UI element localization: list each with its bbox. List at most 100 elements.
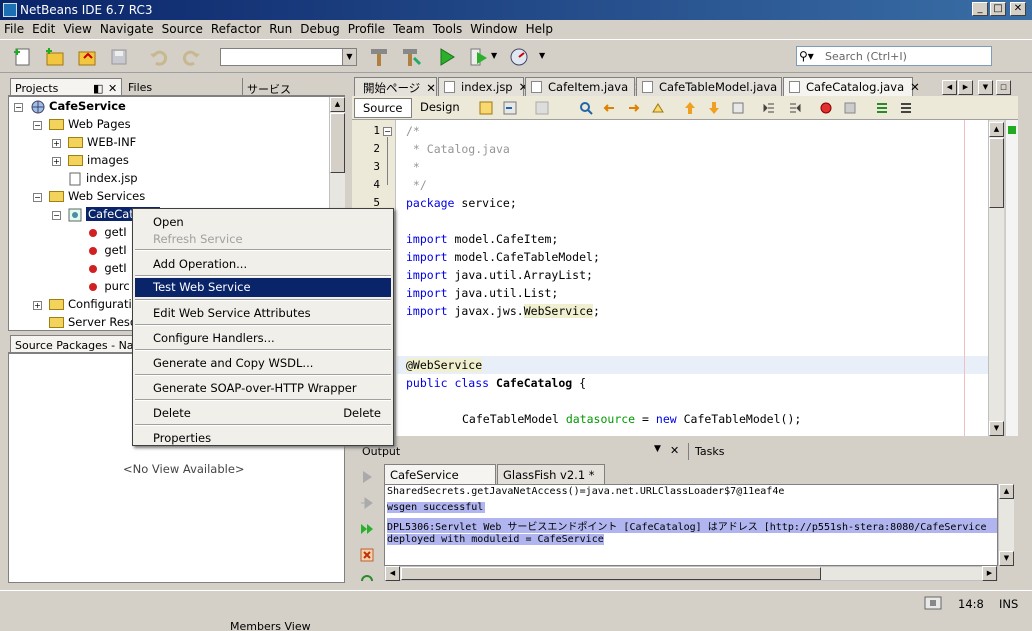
menu-profile[interactable]: Profile: [344, 20, 389, 36]
search-icon[interactable]: ⚲▾: [799, 49, 814, 63]
scroll-down-icon[interactable]: ▼: [989, 421, 1004, 436]
close-tab-icon[interactable]: ✕: [426, 81, 436, 95]
menu-edit[interactable]: Edit: [28, 20, 59, 36]
build-hammer-icon[interactable]: [368, 46, 390, 68]
configuration-combo[interactable]: ▼: [220, 48, 357, 66]
close-window-button[interactable]: ✕: [1010, 2, 1026, 16]
scroll-up-icon[interactable]: ▲: [999, 484, 1014, 499]
menu-item-delete[interactable]: Delete Delete: [135, 402, 391, 424]
run-icon[interactable]: [436, 46, 458, 68]
collapse-icon[interactable]: −: [52, 211, 61, 220]
find-previous-icon[interactable]: [602, 100, 618, 116]
tree-item-server-resources[interactable]: Server Reso: [49, 315, 137, 333]
forward-icon[interactable]: [534, 100, 550, 116]
tree-item-web-pages[interactable]: Web Pages: [49, 117, 131, 135]
fold-icon[interactable]: −: [383, 127, 392, 136]
menu-tools[interactable]: Tools: [429, 20, 467, 36]
maximize-button[interactable]: □: [990, 2, 1006, 16]
minimize-panel-icon[interactable]: ◧: [93, 82, 103, 95]
search-input[interactable]: Search (Ctrl+I): [796, 46, 992, 66]
collapse-icon[interactable]: −: [33, 121, 42, 130]
tree-item-images[interactable]: images: [68, 153, 129, 171]
scroll-thumb[interactable]: [401, 567, 821, 580]
tab-projects[interactable]: Projects ◧ ✕: [10, 78, 122, 96]
tab-list-icon[interactable]: ▼: [978, 80, 993, 95]
menu-item-generate-soap-wrapper[interactable]: Generate SOAP-over-HTTP Wrapper: [135, 377, 391, 399]
rerun-with-params-icon[interactable]: [359, 495, 375, 511]
close-panel-icon[interactable]: ✕: [670, 444, 679, 457]
uncomment-icon[interactable]: [898, 100, 914, 116]
scroll-thumb[interactable]: [989, 138, 1004, 208]
tab-start-page[interactable]: 開始ページ ✕: [354, 77, 437, 96]
stop-macro-recording-icon[interactable]: [842, 100, 858, 116]
menu-source[interactable]: Source: [158, 20, 207, 36]
debug-icon[interactable]: [468, 46, 490, 68]
expand-icon[interactable]: +: [33, 301, 42, 310]
scroll-left-icon[interactable]: ◀: [385, 566, 400, 581]
scroll-thumb[interactable]: [330, 113, 345, 173]
menu-help[interactable]: Help: [522, 20, 557, 36]
comment-icon[interactable]: [874, 100, 890, 116]
menu-debug[interactable]: Debug: [296, 20, 343, 36]
undo-icon[interactable]: [148, 46, 170, 68]
tab-index-jsp[interactable]: index.jsp ✕: [438, 77, 528, 96]
find-next-icon[interactable]: [626, 100, 642, 116]
tree-item-operation[interactable]: getI: [89, 261, 127, 279]
next-bookmark-icon[interactable]: [706, 100, 722, 116]
tree-item-operation[interactable]: getI: [89, 243, 127, 261]
tree-item-operation[interactable]: purc: [89, 279, 130, 297]
fast-forward-icon[interactable]: [359, 521, 375, 537]
menu-navigate[interactable]: Navigate: [96, 20, 158, 36]
menu-item-test-web-service[interactable]: Test Web Service: [135, 278, 391, 297]
scroll-tabs-right-icon[interactable]: ▶: [958, 80, 973, 95]
new-file-icon[interactable]: [12, 46, 34, 68]
scroll-tabs-left-icon[interactable]: ◀: [942, 80, 957, 95]
menu-run[interactable]: Run: [265, 20, 296, 36]
output-vscrollbar[interactable]: ▲ ▼: [998, 484, 1014, 566]
minimize-panel-icon[interactable]: ▼: [654, 444, 661, 454]
output-console[interactable]: SharedSecrets.getJavaNetAccess()=java.ne…: [384, 484, 998, 566]
menu-team[interactable]: Team: [389, 20, 429, 36]
menu-item-edit-attributes[interactable]: Edit Web Service Attributes: [135, 302, 391, 324]
shift-right-icon[interactable]: [786, 100, 802, 116]
tab-cafeitem-java[interactable]: CafeItem.java✕: [525, 77, 644, 96]
scroll-right-icon[interactable]: ▶: [982, 566, 997, 581]
profile-icon[interactable]: [508, 46, 530, 68]
back-icon[interactable]: [502, 100, 518, 116]
minimize-button[interactable]: _: [972, 2, 988, 16]
save-all-icon[interactable]: [108, 46, 130, 68]
open-project-icon[interactable]: [76, 46, 98, 68]
menu-item-properties[interactable]: Properties: [135, 427, 391, 449]
tab-cafecatalog-java[interactable]: CafeCatalog.java ✕: [783, 77, 920, 96]
collapse-icon[interactable]: −: [33, 193, 42, 202]
output-hscrollbar[interactable]: ◀ ▶: [384, 566, 998, 581]
tree-item-index-jsp[interactable]: index.jsp: [68, 171, 138, 189]
stop-icon[interactable]: [359, 547, 375, 563]
menu-item-add-operation[interactable]: Add Operation...: [135, 253, 391, 275]
toggle-bookmark-icon[interactable]: [730, 100, 746, 116]
code-editor[interactable]: 1 2 3 4 5 − /* * Catalog.java * */ packa…: [352, 120, 988, 436]
close-tab-icon[interactable]: ✕: [910, 80, 920, 94]
clean-build-icon[interactable]: [400, 46, 422, 68]
new-project-icon[interactable]: [44, 46, 66, 68]
menu-window[interactable]: Window: [466, 20, 521, 36]
menu-item-generate-copy-wsdl[interactable]: Generate and Copy WSDL...: [135, 352, 391, 374]
scroll-down-icon[interactable]: ▼: [999, 551, 1014, 566]
profile-dropdown-chevron-icon[interactable]: ▼: [539, 51, 545, 60]
tree-item-web-inf[interactable]: WEB-INF: [68, 135, 136, 153]
toggle-highlight-icon[interactable]: [650, 100, 666, 116]
menu-item-configure-handlers[interactable]: Configure Handlers...: [135, 327, 391, 349]
menu-view[interactable]: View: [59, 20, 95, 36]
scroll-up-icon[interactable]: ▲: [989, 122, 1004, 137]
collapse-icon[interactable]: −: [14, 103, 23, 112]
tab-files[interactable]: Files: [124, 78, 156, 97]
notifications-icon[interactable]: [924, 596, 942, 610]
redo-icon[interactable]: [180, 46, 202, 68]
tasks-title[interactable]: Tasks: [695, 445, 724, 458]
tab-glassfish[interactable]: GlassFish v2.1 * ✕: [497, 464, 605, 496]
expand-icon[interactable]: +: [52, 157, 61, 166]
last-edit-icon[interactable]: [478, 100, 494, 116]
start-macro-recording-icon[interactable]: [818, 100, 834, 116]
shift-left-icon[interactable]: [762, 100, 778, 116]
tab-cafetablemodel-java[interactable]: CafeTableModel.java✕: [636, 77, 793, 96]
